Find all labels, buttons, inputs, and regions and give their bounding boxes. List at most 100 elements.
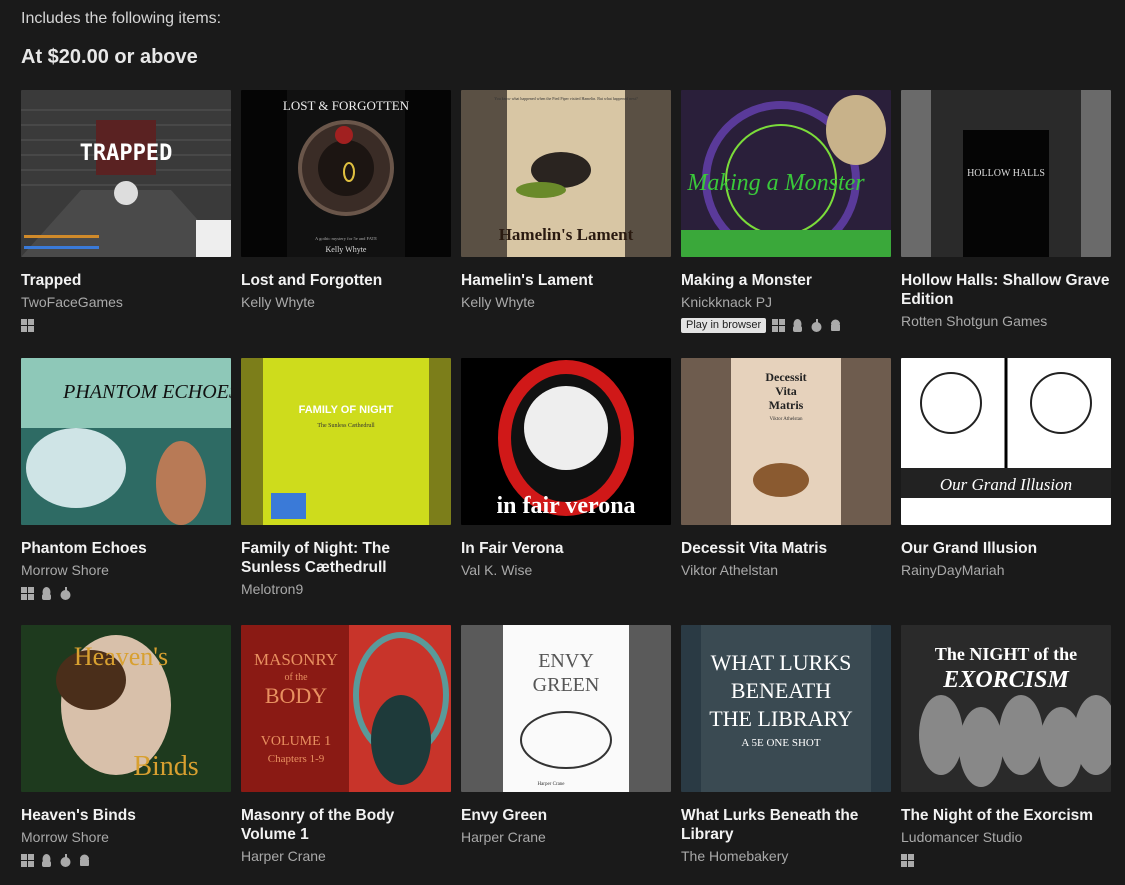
game-cover-image[interactable]: MASONRY of the BODY VOLUME 1 Chapters 1-9: [241, 625, 451, 792]
svg-text:THE LIBRARY: THE LIBRARY: [709, 706, 853, 731]
game-cover-image[interactable]: Making a Monster: [681, 90, 891, 257]
android-icon: [829, 319, 842, 332]
game-author-link[interactable]: Harper Crane: [241, 847, 451, 865]
svg-text:GREEN: GREEN: [533, 674, 600, 696]
game-cover-image[interactable]: You know what happened when the Pied Pip…: [461, 90, 671, 257]
game-author-link[interactable]: Harper Crane: [461, 828, 671, 846]
game-author-link[interactable]: Viktor Athelstan: [681, 561, 891, 579]
svg-text:Vita: Vita: [775, 384, 797, 398]
game-card: PHANTOM ECHOES Phantom Echoes Morrow Shore: [21, 358, 231, 625]
svg-text:Binds: Binds: [133, 751, 198, 782]
svg-text:Matris: Matris: [769, 398, 804, 412]
windows-icon: [21, 318, 34, 332]
svg-text:TRAPPED: TRAPPED: [80, 141, 173, 166]
svg-text:BODY: BODY: [265, 683, 327, 708]
intro-text: Includes the following items:: [21, 10, 222, 27]
game-card: Heaven's Binds Heaven's Binds Morrow Shore: [21, 625, 231, 885]
game-card: WHAT LURKS BENEATH THE LIBRARY A 5E ONE SHO…: [681, 625, 891, 885]
game-author-link[interactable]: Morrow Shore: [21, 561, 231, 579]
game-title-link[interactable]: Heaven's Binds: [21, 806, 231, 825]
platform-list: [21, 852, 231, 868]
game-title-link[interactable]: In Fair Verona: [461, 539, 671, 558]
svg-text:Viktor Athelstan: Viktor Athelstan: [770, 417, 803, 422]
game-title-link[interactable]: Trapped: [21, 271, 231, 290]
tier-heading: At $20.00 or above: [21, 46, 198, 68]
game-author-link[interactable]: Kelly Whyte: [241, 293, 451, 311]
game-title-link[interactable]: What Lurks Beneath the Library: [681, 806, 891, 844]
svg-text:of the: of the: [284, 672, 308, 683]
game-title-link[interactable]: Family of Night: The Sunless Cæthedrull: [241, 539, 451, 577]
game-card: in fair verona In Fair Verona Val K. Wise: [461, 358, 671, 625]
game-author-link[interactable]: Val K. Wise: [461, 561, 671, 579]
platform-list: [901, 852, 1111, 868]
game-card: LOST & FORGOTTEN A gothic mystery for 5e …: [241, 90, 451, 358]
game-author-link[interactable]: Knickknack PJ: [681, 293, 891, 311]
game-title-link[interactable]: Masonry of the Body Volume 1: [241, 806, 451, 844]
game-cover-image[interactable]: FAMILY OF NIGHT The Sunless Cæthedrull: [241, 358, 451, 525]
play-in-browser-badge: Play in browser: [681, 317, 767, 333]
mac-icon: [59, 586, 72, 600]
game-cover-image[interactable]: Decessit Vita Matris Viktor Athelstan: [681, 358, 891, 525]
svg-text:PHANTOM ECHOES: PHANTOM ECHOES: [62, 381, 231, 403]
platform-list: [21, 585, 231, 601]
linux-icon: [40, 586, 53, 600]
svg-text:ENVY: ENVY: [538, 650, 594, 672]
game-author-link[interactable]: Ludomancer Studio: [901, 828, 1111, 846]
game-author-link[interactable]: TwoFaceGames: [21, 293, 231, 311]
game-cover-image[interactable]: in fair verona: [461, 358, 671, 525]
game-card: The NIGHT of the EXORCISM The Night of the…: [901, 625, 1111, 885]
game-card: FAMILY OF NIGHT The Sunless Cæthedrull Fam…: [241, 358, 451, 625]
android-icon: [78, 854, 91, 867]
game-author-link[interactable]: Melotron9: [241, 580, 451, 598]
game-title-link[interactable]: Hamelin's Lament: [461, 271, 671, 290]
svg-text:in fair verona: in fair verona: [496, 493, 635, 519]
game-author-link[interactable]: Kelly Whyte: [461, 293, 671, 311]
svg-text:EXORCISM: EXORCISM: [942, 667, 1070, 693]
svg-text:The Sunless Cæthedrull: The Sunless Cæthedrull: [317, 423, 375, 429]
game-author-link[interactable]: RainyDayMariah: [901, 561, 1111, 579]
game-author-link[interactable]: The Homebakery: [681, 847, 891, 865]
game-title-link[interactable]: Hollow Halls: Shallow Grave Edition: [901, 271, 1111, 309]
game-cover-image[interactable]: WHAT LURKS BENEATH THE LIBRARY A 5E ONE SHO…: [681, 625, 891, 792]
svg-text:A 5E ONE SHOT: A 5E ONE SHOT: [741, 737, 820, 749]
svg-text:Making a Monster: Making a Monster: [686, 170, 865, 196]
svg-text:WHAT LURKS: WHAT LURKS: [711, 650, 852, 675]
game-card: Decessit Vita Matris Viktor Athelstan Decess…: [681, 358, 891, 625]
game-cover-image[interactable]: Heaven's Binds: [21, 625, 231, 792]
game-cover-image[interactable]: TRAPPED: [21, 90, 231, 257]
game-title-link[interactable]: Lost and Forgotten: [241, 271, 451, 290]
linux-icon: [791, 318, 804, 332]
game-cover-image[interactable]: The NIGHT of the EXORCISM: [901, 625, 1111, 792]
platform-list: [21, 317, 231, 333]
game-author-link[interactable]: Rotten Shotgun Games: [901, 312, 1111, 330]
game-card: You know what happened when the Pied Pip…: [461, 90, 671, 358]
svg-text:Harper Crane: Harper Crane: [537, 782, 565, 787]
svg-text:The NIGHT of the: The NIGHT of the: [935, 644, 1077, 664]
svg-text:LOST & FORGOTTEN: LOST & FORGOTTEN: [283, 98, 410, 113]
game-card: ENVY GREEN Harper Crane Envy Green Harper Cr…: [461, 625, 671, 885]
game-cover-image[interactable]: LOST & FORGOTTEN A gothic mystery for 5e …: [241, 90, 451, 257]
game-title-link[interactable]: The Night of the Exorcism: [901, 806, 1111, 825]
game-card: Making a Monster Making a Monster Knickkna…: [681, 90, 891, 358]
windows-icon: [21, 853, 34, 867]
game-title-link[interactable]: Envy Green: [461, 806, 671, 825]
linux-icon: [40, 853, 53, 867]
svg-text:Kelly Whyte: Kelly Whyte: [326, 245, 367, 254]
platform-list: Play in browser: [681, 317, 891, 333]
svg-text:A gothic mystery for 5e and FA: A gothic mystery for 5e and FATE: [315, 236, 377, 241]
svg-text:You know what happened when th: You know what happened when the Pied Pip…: [494, 96, 638, 101]
game-title-link[interactable]: Our Grand Illusion: [901, 539, 1111, 558]
game-cover-image[interactable]: HOLLOW HALLS: [901, 90, 1111, 257]
game-card: MASONRY of the BODY VOLUME 1 Chapters 1-9 Mas…: [241, 625, 451, 885]
game-cover-image[interactable]: PHANTOM ECHOES: [21, 358, 231, 525]
svg-text:Chapters 1-9: Chapters 1-9: [268, 753, 325, 765]
game-title-link[interactable]: Making a Monster: [681, 271, 891, 290]
game-cover-image[interactable]: Our Grand Illusion: [901, 358, 1111, 525]
svg-text:Decessit: Decessit: [765, 370, 806, 384]
game-title-link[interactable]: Decessit Vita Matris: [681, 539, 891, 558]
game-card: TRAPPED Trapped TwoFaceGames: [21, 90, 231, 358]
game-author-link[interactable]: Morrow Shore: [21, 828, 231, 846]
game-title-link[interactable]: Phantom Echoes: [21, 539, 231, 558]
game-cover-image[interactable]: ENVY GREEN Harper Crane: [461, 625, 671, 792]
bundle-grid: TRAPPED Trapped TwoFaceGames LOST & FORGOTT…: [21, 90, 1111, 885]
